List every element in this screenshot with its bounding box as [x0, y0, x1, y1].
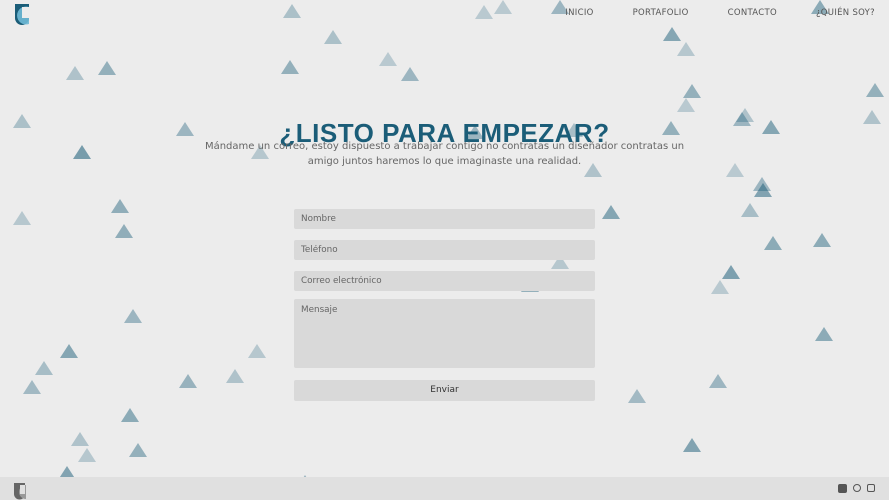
background-triangle	[66, 66, 84, 80]
background-triangle	[709, 374, 727, 388]
background-triangle	[324, 30, 342, 44]
phone-field[interactable]	[294, 240, 595, 260]
background-triangle	[741, 203, 759, 217]
submit-button[interactable]: Enviar	[294, 379, 595, 401]
background-triangle	[677, 42, 695, 56]
background-triangle	[283, 4, 301, 18]
background-triangle	[764, 236, 782, 250]
background-triangle	[726, 163, 744, 177]
background-triangle	[663, 27, 681, 41]
background-triangle	[722, 265, 740, 279]
background-triangle	[121, 408, 139, 422]
nav-contacto[interactable]: CONTACTO	[728, 8, 777, 18]
background-triangle	[129, 443, 147, 457]
main-nav: INICIO PORTAFOLIO CONTACTO ¿QUIÉN SOY?	[526, 8, 875, 18]
nav-inicio[interactable]: INICIO	[565, 8, 593, 18]
message-field[interactable]	[294, 299, 595, 368]
page-subtitle: Mándame un correo, estoy dispuesto a tra…	[204, 141, 685, 167]
contact-form: Enviar	[294, 206, 595, 401]
social-links	[838, 484, 875, 493]
background-triangle	[475, 5, 493, 19]
background-triangle	[78, 448, 96, 462]
nav-quien-soy[interactable]: ¿QUIÉN SOY?	[816, 8, 875, 18]
background-triangle	[379, 52, 397, 66]
background-triangle	[711, 280, 729, 294]
background-triangle	[866, 83, 884, 97]
background-triangle	[115, 224, 133, 238]
background-triangle	[754, 183, 772, 197]
background-triangle	[111, 199, 129, 213]
background-triangle	[281, 60, 299, 74]
instagram-icon[interactable]	[867, 484, 875, 492]
background-triangle	[60, 344, 78, 358]
whatsapp-icon[interactable]	[853, 484, 861, 492]
footer	[0, 477, 889, 500]
background-triangle	[179, 374, 197, 388]
background-triangle	[628, 389, 646, 403]
footer-logo[interactable]	[13, 482, 37, 500]
background-triangle	[815, 327, 833, 341]
background-triangle	[683, 438, 701, 452]
background-triangle	[71, 432, 89, 446]
name-field[interactable]	[294, 209, 595, 229]
background-triangle	[23, 380, 41, 394]
background-triangle	[98, 61, 116, 75]
background-triangle	[248, 344, 266, 358]
email-field[interactable]	[294, 271, 595, 291]
background-triangle	[494, 0, 512, 14]
jc-logo[interactable]	[13, 3, 43, 25]
background-triangle	[401, 67, 419, 81]
nav-portafolio[interactable]: PORTAFOLIO	[633, 8, 689, 18]
background-triangle	[677, 98, 695, 112]
background-triangle	[683, 84, 701, 98]
background-triangle	[124, 309, 142, 323]
background-triangle	[226, 369, 244, 383]
background-triangle	[35, 361, 53, 375]
background-triangle	[13, 211, 31, 225]
background-triangle	[602, 205, 620, 219]
facebook-icon[interactable]	[838, 484, 847, 493]
background-triangle	[813, 233, 831, 247]
